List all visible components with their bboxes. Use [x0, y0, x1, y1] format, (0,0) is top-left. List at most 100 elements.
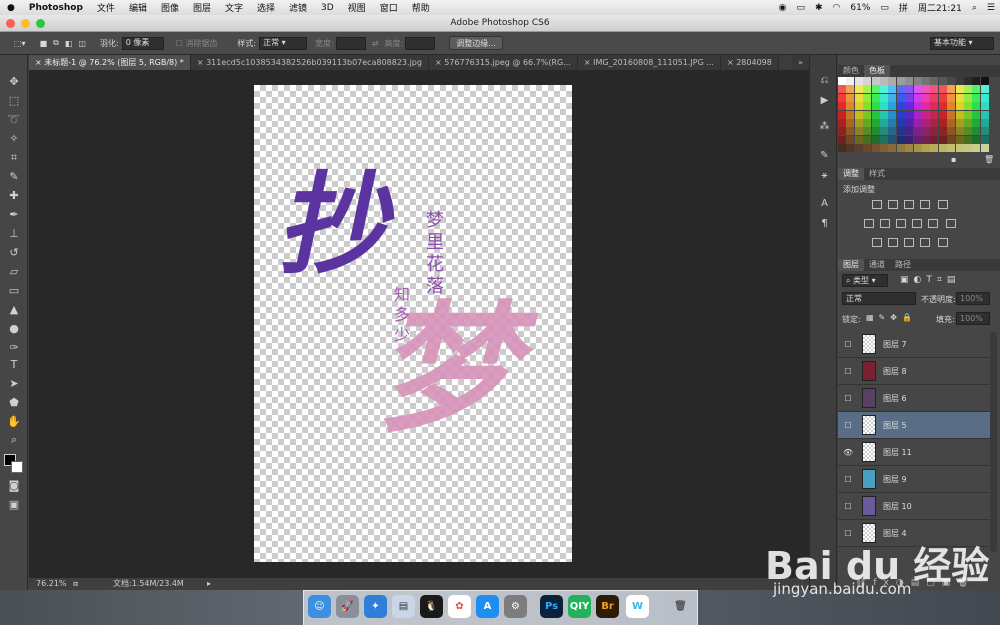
- stamp-tool-icon[interactable]: ⊥: [6, 227, 22, 241]
- curves-icon[interactable]: [904, 200, 914, 209]
- swatch-cell[interactable]: [896, 110, 905, 119]
- clone-source-panel-icon[interactable]: ⚹: [818, 170, 831, 182]
- menu-layer[interactable]: 图层: [186, 1, 218, 14]
- swatch-cell[interactable]: [955, 144, 964, 153]
- height-input[interactable]: [405, 36, 436, 50]
- layer-row[interactable]: 👁 图层 11: [838, 439, 990, 466]
- swatch-cell[interactable]: [905, 77, 914, 85]
- swatch-cell[interactable]: [930, 102, 939, 111]
- swatch-cell[interactable]: [930, 85, 939, 94]
- swatch-cell[interactable]: [964, 144, 972, 153]
- swatch-cell[interactable]: [964, 135, 972, 144]
- swatch-cell[interactable]: [896, 144, 905, 153]
- swatch-cell[interactable]: [972, 110, 981, 119]
- color-balance-icon[interactable]: [880, 219, 890, 228]
- swatch-cell[interactable]: [930, 127, 939, 136]
- fill-input[interactable]: 100%: [956, 312, 990, 325]
- move-tool-icon[interactable]: ✥: [6, 75, 22, 89]
- swatch-cell[interactable]: [913, 102, 922, 111]
- selective-color-icon[interactable]: [920, 238, 930, 247]
- swatch-cell[interactable]: [913, 127, 922, 136]
- swatch-cell[interactable]: [896, 85, 905, 94]
- clock[interactable]: 周二21:21: [913, 1, 967, 14]
- swatch-cell[interactable]: [846, 135, 855, 144]
- layer-row[interactable]: ☐ 图层 10: [838, 493, 990, 520]
- swatch-cell[interactable]: [854, 85, 863, 94]
- width-input[interactable]: [335, 36, 366, 50]
- swatch-cell[interactable]: [922, 85, 930, 94]
- visibility-toggle[interactable]: ☐: [843, 421, 853, 430]
- swatch-cell[interactable]: [888, 102, 897, 111]
- menu-select[interactable]: 选择: [250, 1, 282, 14]
- swatch-cell[interactable]: [955, 127, 964, 136]
- swatch-cell[interactable]: [880, 119, 888, 127]
- refine-edge-button[interactable]: 调整边缘...: [449, 36, 503, 50]
- swatch-cell[interactable]: [955, 93, 964, 102]
- swatch-cell[interactable]: [930, 93, 939, 102]
- swatch-cell[interactable]: [964, 127, 972, 136]
- swatch-cell[interactable]: [863, 77, 872, 85]
- swatch-cell[interactable]: [905, 127, 914, 136]
- swatch-cell[interactable]: [964, 102, 972, 111]
- swatch-cell[interactable]: [938, 77, 947, 85]
- path-select-tool-icon[interactable]: ➤: [6, 377, 22, 391]
- swatch-grid[interactable]: [838, 77, 990, 155]
- swatch-cell[interactable]: [905, 110, 914, 119]
- swatch-cell[interactable]: [955, 119, 964, 127]
- exposure-icon[interactable]: [920, 200, 930, 209]
- swatch-cell[interactable]: [896, 102, 905, 111]
- paragraph-panel-icon[interactable]: ¶: [818, 218, 831, 230]
- swatch-cell[interactable]: [980, 127, 989, 136]
- tab-311ecd5c[interactable]: × 311ecd5c1038534382526b039113b07eca8088…: [190, 55, 429, 70]
- tab-untitled-1[interactable]: × 未标题-1 @ 76.2% (图层 5, RGB/8) *: [29, 55, 191, 70]
- swatch-cell[interactable]: [922, 119, 930, 127]
- swatch-cell[interactable]: [888, 77, 897, 85]
- tab-576776315[interactable]: × 576776315.jpeg @ 66.7%(RG...: [428, 55, 578, 70]
- threshold-icon[interactable]: [904, 238, 914, 247]
- pen-tool-icon[interactable]: ✑: [6, 341, 22, 355]
- swatch-cell[interactable]: [871, 119, 880, 127]
- battery-percent[interactable]: 61%: [845, 3, 875, 13]
- swatch-cell[interactable]: [947, 93, 956, 102]
- marquee-tool-icon[interactable]: ⬚: [6, 94, 22, 108]
- lasso-tool-icon[interactable]: ➰: [6, 113, 22, 127]
- swatch-cell[interactable]: [913, 77, 922, 85]
- hand-tool-icon[interactable]: ✋: [6, 415, 22, 429]
- input-method-icon[interactable]: 拼: [894, 1, 913, 14]
- swatch-cell[interactable]: [888, 110, 897, 119]
- swatch-cell[interactable]: [846, 85, 855, 94]
- new-selection-icon[interactable]: ■: [40, 39, 48, 48]
- levels-icon[interactable]: [888, 200, 898, 209]
- swatch-cell[interactable]: [863, 93, 872, 102]
- swatch-cell[interactable]: [947, 85, 956, 94]
- swatch-cell[interactable]: [972, 135, 981, 144]
- swatch-cell[interactable]: [922, 144, 930, 153]
- swatch-cell[interactable]: [838, 127, 846, 136]
- swatch-cell[interactable]: [854, 77, 863, 85]
- swatch-cell[interactable]: [980, 85, 989, 94]
- swatch-cell[interactable]: [838, 102, 846, 111]
- swatch-cell[interactable]: [854, 119, 863, 127]
- swatch-cell[interactable]: [838, 110, 846, 119]
- tab-color[interactable]: 颜色: [838, 65, 864, 77]
- status-arrow-icon[interactable]: ▸: [207, 578, 211, 590]
- channel-mixer-icon[interactable]: [928, 219, 938, 228]
- menu-type[interactable]: 文字: [218, 1, 250, 14]
- dodge-tool-icon[interactable]: ●: [6, 322, 22, 336]
- swatch-cell[interactable]: [972, 119, 981, 127]
- menu-app-photoshop[interactable]: Photoshop: [22, 3, 90, 13]
- swatch-cell[interactable]: [930, 135, 939, 144]
- swatch-cell[interactable]: [938, 93, 947, 102]
- visibility-toggle[interactable]: ☐: [843, 475, 853, 484]
- swatch-cell[interactable]: [947, 135, 956, 144]
- swatch-cell[interactable]: [871, 85, 880, 94]
- swatch-cell[interactable]: [846, 144, 855, 153]
- subtract-selection-icon[interactable]: ◧: [65, 39, 73, 48]
- close-window-button[interactable]: [6, 19, 15, 28]
- menu-window[interactable]: 窗口: [373, 1, 405, 14]
- swatch-cell[interactable]: [972, 127, 981, 136]
- bridge-icon[interactable]: Br: [596, 595, 619, 618]
- zoom-tool-icon[interactable]: ⌕: [6, 433, 22, 447]
- eyedropper-tool-icon[interactable]: ✎: [6, 170, 22, 184]
- visibility-toggle[interactable]: ☐: [843, 340, 853, 349]
